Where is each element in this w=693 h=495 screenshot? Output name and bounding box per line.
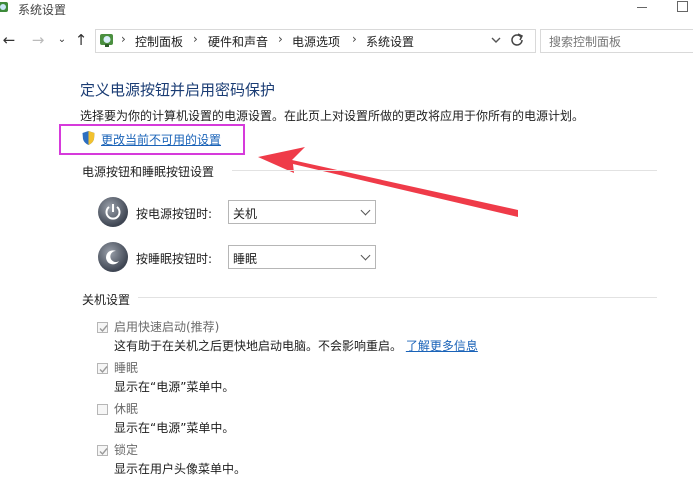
refresh-icon[interactable] bbox=[508, 31, 526, 49]
sleep-button-label: 按睡眠按钮时: bbox=[136, 252, 213, 266]
chevron-down-icon[interactable]: ⌄ bbox=[53, 30, 71, 50]
sleep-checkbox[interactable] bbox=[97, 363, 108, 374]
hibernate-option-label: 休眠 bbox=[114, 402, 139, 416]
page-title: 定义电源按钮并启用密码保护 bbox=[80, 81, 276, 99]
shield-icon bbox=[81, 130, 96, 146]
page-description: 选择要为你的计算机设置的电源设置。在此页上对设置所做的更改将应用于你所有的电源计… bbox=[80, 109, 585, 123]
power-button-label: 按电源按钮时: bbox=[136, 207, 213, 221]
chevron-down-icon bbox=[360, 250, 371, 261]
maximize-icon[interactable] bbox=[672, 0, 692, 14]
sleep-option-label: 睡眠 bbox=[114, 361, 139, 375]
control-panel-icon bbox=[0, 0, 10, 14]
sleep-option-description: 显示在“电源”菜单中。 bbox=[114, 380, 235, 394]
breadcrumb-separator: › bbox=[193, 32, 198, 46]
forward-arrow-icon[interactable]: → bbox=[29, 30, 47, 50]
fast-startup-checkbox[interactable] bbox=[97, 322, 108, 333]
option-description: 这有助于在关机之后更快地启动电脑。不会影响重启。 bbox=[114, 339, 403, 353]
hibernate-checkbox[interactable] bbox=[97, 404, 108, 415]
section-title: 电源按钮和睡眠按钮设置 bbox=[82, 165, 215, 179]
select-value: 关机 bbox=[233, 207, 258, 221]
breadcrumb-item[interactable]: 硬件和声音 bbox=[208, 33, 268, 50]
sleep-button-select[interactable]: 睡眠 bbox=[228, 245, 376, 269]
learn-more-link[interactable]: 了解更多信息 bbox=[406, 339, 478, 353]
breadcrumb-separator: › bbox=[352, 32, 357, 46]
lock-checkbox[interactable] bbox=[97, 445, 108, 456]
divider bbox=[138, 297, 657, 298]
back-arrow-icon[interactable]: ← bbox=[0, 30, 18, 50]
control-panel-icon bbox=[98, 31, 116, 49]
title-bar: 系统设置 bbox=[0, 0, 693, 22]
hibernate-option-description: 显示在“电源”菜单中。 bbox=[114, 421, 235, 435]
power-button-select[interactable]: 关机 bbox=[228, 200, 376, 224]
section-title: 关机设置 bbox=[82, 293, 131, 307]
breadcrumb-item[interactable]: 控制面板 bbox=[135, 33, 183, 50]
lock-option-description: 显示在用户头像菜单中。 bbox=[114, 462, 247, 476]
breadcrumb-separator: › bbox=[121, 32, 126, 46]
change-unavailable-settings-link[interactable]: 更改当前不可用的设置 bbox=[101, 131, 221, 148]
minimize-icon[interactable] bbox=[632, 0, 652, 14]
power-button-icon bbox=[98, 197, 128, 227]
divider bbox=[232, 170, 657, 171]
breadcrumb-separator: › bbox=[278, 32, 283, 46]
breadcrumb-item[interactable]: 电源选项 bbox=[292, 33, 340, 50]
sleep-button-icon bbox=[98, 242, 128, 272]
chevron-down-icon bbox=[360, 205, 371, 216]
select-value: 睡眠 bbox=[233, 252, 258, 266]
window-title: 系统设置 bbox=[18, 3, 67, 17]
chevron-down-icon[interactable] bbox=[489, 30, 503, 50]
search-input[interactable]: 搜索控制面板 bbox=[549, 33, 621, 50]
fast-startup-label: 启用快速启动(推荐) bbox=[114, 320, 220, 334]
up-arrow-icon[interactable]: ↑ bbox=[72, 30, 90, 50]
fast-startup-description: 这有助于在关机之后更快地启动电脑。不会影响重启。 了解更多信息 bbox=[114, 337, 478, 354]
lock-option-label: 锁定 bbox=[114, 443, 139, 457]
breadcrumb-item-current[interactable]: 系统设置 bbox=[366, 33, 414, 50]
